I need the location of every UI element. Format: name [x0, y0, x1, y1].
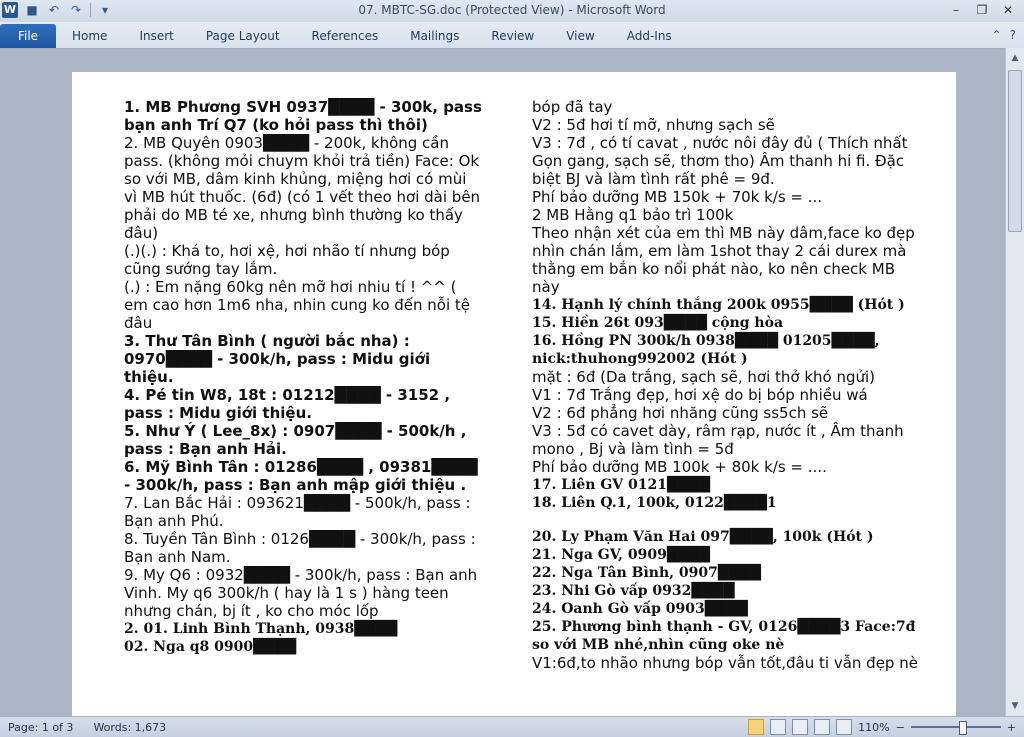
list-item: 21. Nga GV, 0909████: [532, 547, 710, 563]
restore-icon[interactable]: ❐: [970, 1, 994, 19]
list-item: 6. Mỹ Bình Tân : 01286████ , 09381████ -…: [124, 458, 478, 494]
ribbon: File Home Insert Page Layout References …: [0, 22, 1024, 49]
list-item: 24. Oanh Gò vấp 0903████: [532, 601, 748, 617]
list-item: V2 : 6đ phẳng hơi nhăng cũng ss5ch sẽ: [532, 404, 829, 422]
tab-page-layout[interactable]: Page Layout: [190, 24, 296, 48]
zoom-level[interactable]: 110%: [858, 721, 889, 734]
list-item: 9. My Q6 : 0932████ - 300k/h, pass : Bạn…: [124, 566, 478, 620]
list-item: 18. Liên Q.1, 100k, 0122████1: [532, 495, 777, 511]
window-title: 07. MBTC-SG.doc (Protected View) - Micro…: [358, 3, 666, 17]
document-page[interactable]: 1. MB Phương SVH 0937████ - 300k, pass b…: [72, 72, 956, 732]
list-item: mặt : 6đ (Da trắng, sạch sẽ, hơi thở khó…: [532, 368, 876, 386]
list-item: 2. MB Quyên 0903████ - 200k, không cần p…: [124, 134, 481, 242]
word-count[interactable]: Words: 1,673: [93, 721, 166, 734]
list-item: Phí bảo dưỡng MB 150k + 70k k/s = ...: [532, 188, 823, 206]
list-item: (.)(.) : Khá to, hơi xệ, hơi nhão tí như…: [124, 242, 450, 278]
list-item: 16. Hồng PN 300k/h 0938████ 01205████,: [532, 333, 880, 349]
list-item: V2 : 5đ hơi tí mỡ, nhưng sạch sẽ: [532, 116, 775, 134]
tab-mailings[interactable]: Mailings: [394, 24, 475, 48]
list-item: V1 : 7đ Trắng đẹp, hơi xệ do bị bóp nhiề…: [532, 386, 868, 404]
minimize-ribbon-icon[interactable]: ⌃: [992, 28, 1002, 42]
list-item: 22. Nga Tân Bình, 0907████: [532, 565, 761, 581]
zoom-slider[interactable]: [910, 721, 1001, 735]
list-item: V3 : 5đ có cavet dày, râm rạp, nước ít ,…: [532, 422, 904, 458]
print-layout-view-icon[interactable]: [748, 719, 765, 735]
status-right: 110% − +: [748, 719, 1016, 735]
draft-view-icon[interactable]: [836, 719, 853, 735]
close-icon[interactable]: ✕: [996, 1, 1020, 19]
page-indicator[interactable]: Page: 1 of 3: [8, 721, 73, 734]
list-item: (.) : Em nặng 60kg nên mỡ hơi nhiu tí ! …: [124, 278, 471, 332]
list-item: 17. Liên GV 0121████: [532, 477, 711, 493]
help-icon[interactable]: ?: [1010, 28, 1016, 42]
right-column: bóp đã tay V2 : 5đ hơi tí mỡ, nhưng sạch…: [532, 98, 922, 672]
tab-home[interactable]: Home: [56, 24, 123, 48]
list-item: bóp đã tay: [532, 98, 613, 116]
list-item: 23. Nhi Gò vấp 0932████: [532, 583, 735, 599]
list-item: 15. Hiền 26t 093████ cộng hòa: [532, 315, 784, 331]
list-item: 3. Thư Tân Bình ( người bắc nha) : 0970█…: [124, 332, 431, 386]
web-layout-view-icon[interactable]: [792, 719, 809, 735]
tab-references[interactable]: References: [296, 24, 395, 48]
minimize-icon[interactable]: –: [944, 1, 968, 19]
window-controls: – ❐ ✕: [944, 1, 1020, 19]
list-item: 4. Pé tin W8, 18t : 01212████ - 3152 , p…: [124, 386, 451, 422]
tab-file[interactable]: File: [0, 24, 56, 48]
list-item: 2 MB Hằng q1 bảo trì 100k: [532, 206, 734, 224]
title-bar: W ■ ↶ ↷ ▾ 07. MBTC-SG.doc (Protected Vie…: [0, 0, 1024, 22]
tab-review[interactable]: Review: [475, 24, 550, 48]
list-item: 14. Hạnh lý chính thắng 200k 0955████ (H…: [532, 297, 905, 313]
status-bar: Page: 1 of 3 Words: 1,673 110% − +: [0, 716, 1024, 737]
list-item: 1. MB Phương SVH 0937████ - 300k, pass b…: [124, 98, 482, 134]
list-item: V3 : 7đ , có tí cavat , nước nôi đây đủ …: [532, 134, 908, 188]
list-item: 20. Ly Phạm Văn Hai 097████, 100k (Hót ): [532, 529, 874, 545]
vertical-scrollbar[interactable]: ▲ ▼: [1005, 48, 1024, 716]
list-item: 25. Phương bình thạnh - GV, 0126████3 Fa…: [532, 619, 916, 653]
left-column: 1. MB Phương SVH 0937████ - 300k, pass b…: [124, 98, 484, 656]
list-item: V1:6đ,to nhão nhưng bóp vẫn tốt,đâu ti v…: [532, 654, 918, 672]
status-left: Page: 1 of 3 Words: 1,673: [8, 721, 166, 734]
list-item: 8. Tuyền Tân Bình : 0126████ - 300k/h, p…: [124, 530, 476, 566]
list-item: nick:thuhong992002 (Hót ): [532, 351, 748, 367]
tab-insert[interactable]: Insert: [123, 24, 189, 48]
zoom-in-icon[interactable]: +: [1007, 721, 1016, 734]
full-screen-reading-view-icon[interactable]: [770, 719, 787, 735]
ribbon-tabs: Home Insert Page Layout References Maili…: [56, 24, 688, 48]
outline-view-icon[interactable]: [814, 719, 831, 735]
list-item: Theo nhận xét của em thì MB này dâm,face…: [532, 224, 915, 296]
list-item: 5. Như Ý ( Lee_8x) : 0907████ - 500k/h ,…: [124, 422, 467, 458]
list-item: 7. Lan Bắc Hải : 093621████ - 500k/h, pa…: [124, 494, 471, 530]
tab-add-ins[interactable]: Add-Ins: [611, 24, 688, 48]
zoom-out-icon[interactable]: −: [896, 721, 905, 734]
list-item: Phí bảo dưỡng MB 100k + 80k k/s = ....: [532, 458, 827, 476]
list-item: 02. Nga q8 0900████: [124, 639, 297, 655]
ribbon-right-controls: ⌃ ?: [992, 28, 1016, 42]
scroll-down-icon[interactable]: ▼: [1006, 698, 1024, 714]
scroll-up-icon[interactable]: ▲: [1006, 50, 1024, 66]
scroll-thumb[interactable]: [1008, 70, 1022, 232]
list-item: 2. 01. Linh Bình Thạnh, 0938████: [124, 621, 398, 637]
tab-view[interactable]: View: [550, 24, 610, 48]
zoom-slider-thumb[interactable]: [958, 721, 967, 735]
